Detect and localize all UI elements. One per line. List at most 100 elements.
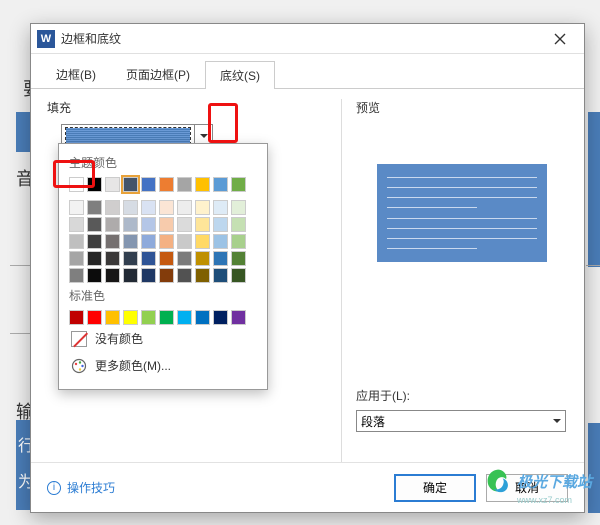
color-swatch[interactable]: [159, 268, 174, 283]
color-swatch[interactable]: [177, 177, 192, 192]
color-swatch[interactable]: [195, 310, 210, 325]
color-swatch[interactable]: [195, 251, 210, 266]
color-swatch[interactable]: [141, 177, 156, 192]
color-swatch[interactable]: [195, 217, 210, 232]
color-swatch[interactable]: [141, 310, 156, 325]
no-color-option[interactable]: 没有颜色: [69, 325, 257, 352]
color-swatch[interactable]: [123, 268, 138, 283]
apply-to-label: 应用于(L):: [356, 387, 410, 404]
ok-button[interactable]: 确定: [394, 474, 476, 502]
color-swatch[interactable]: [69, 310, 84, 325]
color-swatch[interactable]: [87, 310, 102, 325]
color-swatch[interactable]: [69, 177, 84, 192]
color-swatch[interactable]: [105, 251, 120, 266]
tab-page-borders[interactable]: 页面边框(P): [111, 60, 205, 88]
color-swatch[interactable]: [231, 251, 246, 266]
color-swatch[interactable]: [231, 200, 246, 215]
color-swatch[interactable]: [87, 217, 102, 232]
color-swatch[interactable]: [105, 234, 120, 249]
color-swatch[interactable]: [159, 200, 174, 215]
color-swatch[interactable]: [159, 234, 174, 249]
color-swatch[interactable]: [141, 251, 156, 266]
color-swatch[interactable]: [141, 217, 156, 232]
color-swatch[interactable]: [123, 251, 138, 266]
color-swatch[interactable]: [87, 251, 102, 266]
apply-to-select[interactable]: 段落: [356, 410, 566, 432]
color-swatch[interactable]: [141, 268, 156, 283]
color-swatch[interactable]: [105, 200, 120, 215]
color-swatch[interactable]: [159, 177, 174, 192]
color-swatch[interactable]: [87, 177, 102, 192]
apply-to-value: 段落: [361, 413, 385, 430]
color-swatch[interactable]: [87, 200, 102, 215]
color-swatch[interactable]: [105, 268, 120, 283]
close-button[interactable]: [540, 25, 580, 53]
color-swatch[interactable]: [69, 234, 84, 249]
no-color-label: 没有颜色: [95, 330, 143, 347]
color-swatch[interactable]: [87, 234, 102, 249]
color-swatch[interactable]: [177, 268, 192, 283]
color-swatch[interactable]: [69, 217, 84, 232]
color-swatch[interactable]: [177, 251, 192, 266]
color-swatch[interactable]: [195, 234, 210, 249]
app-icon: W: [37, 30, 55, 48]
color-swatch[interactable]: [231, 217, 246, 232]
color-swatch[interactable]: [87, 268, 102, 283]
watermark: 极光下载站: [485, 467, 592, 495]
color-swatch[interactable]: [105, 217, 120, 232]
standard-color-row: [69, 310, 257, 325]
color-swatch[interactable]: [105, 310, 120, 325]
color-swatch[interactable]: [213, 217, 228, 232]
color-swatch[interactable]: [159, 251, 174, 266]
more-colors-option[interactable]: 更多颜色(M)...: [69, 352, 257, 379]
color-swatch[interactable]: [195, 268, 210, 283]
color-swatch[interactable]: [195, 177, 210, 192]
tab-borders[interactable]: 边框(B): [41, 60, 111, 88]
tips-text: 操作技巧: [67, 479, 115, 496]
color-swatch[interactable]: [123, 234, 138, 249]
watermark-url: www.xz7.com: [517, 495, 572, 505]
color-swatch[interactable]: [69, 268, 84, 283]
dialog-title: 边框和底纹: [61, 30, 540, 47]
color-swatch[interactable]: [177, 200, 192, 215]
preview-label: 预览: [356, 99, 568, 116]
color-swatch[interactable]: [213, 200, 228, 215]
color-swatch[interactable]: [231, 177, 246, 192]
bg-block: [16, 112, 30, 152]
color-swatch[interactable]: [213, 268, 228, 283]
bg-line: [10, 333, 32, 334]
close-icon: [554, 33, 566, 45]
color-swatch[interactable]: [141, 200, 156, 215]
color-swatch[interactable]: [159, 217, 174, 232]
preview-box: [377, 164, 547, 262]
color-swatch[interactable]: [177, 234, 192, 249]
color-swatch[interactable]: [213, 310, 228, 325]
tips-link[interactable]: i 操作技巧: [47, 479, 115, 496]
watermark-icon: [485, 467, 513, 495]
selected-color-swatch: [66, 128, 190, 144]
color-swatch[interactable]: [69, 251, 84, 266]
color-swatch[interactable]: [123, 200, 138, 215]
color-swatch[interactable]: [177, 310, 192, 325]
color-swatch[interactable]: [159, 310, 174, 325]
bg-line: [586, 265, 600, 266]
color-swatch[interactable]: [231, 234, 246, 249]
color-swatch[interactable]: [213, 234, 228, 249]
info-icon: i: [47, 481, 61, 495]
color-swatch[interactable]: [69, 200, 84, 215]
color-swatch[interactable]: [141, 234, 156, 249]
color-swatch[interactable]: [123, 217, 138, 232]
color-swatch[interactable]: [213, 251, 228, 266]
color-swatch[interactable]: [195, 200, 210, 215]
color-picker-popup: 主题颜色 标准色 没有颜色 更多颜色(M)...: [58, 143, 268, 390]
titlebar: W 边框和底纹: [31, 24, 584, 54]
color-swatch[interactable]: [123, 177, 138, 192]
color-swatch[interactable]: [177, 217, 192, 232]
tab-shading[interactable]: 底纹(S): [205, 61, 275, 89]
color-swatch[interactable]: [231, 310, 246, 325]
tab-bar: 边框(B) 页面边框(P) 底纹(S): [31, 54, 584, 89]
color-swatch[interactable]: [231, 268, 246, 283]
color-swatch[interactable]: [123, 310, 138, 325]
color-swatch[interactable]: [105, 177, 120, 192]
color-swatch[interactable]: [213, 177, 228, 192]
